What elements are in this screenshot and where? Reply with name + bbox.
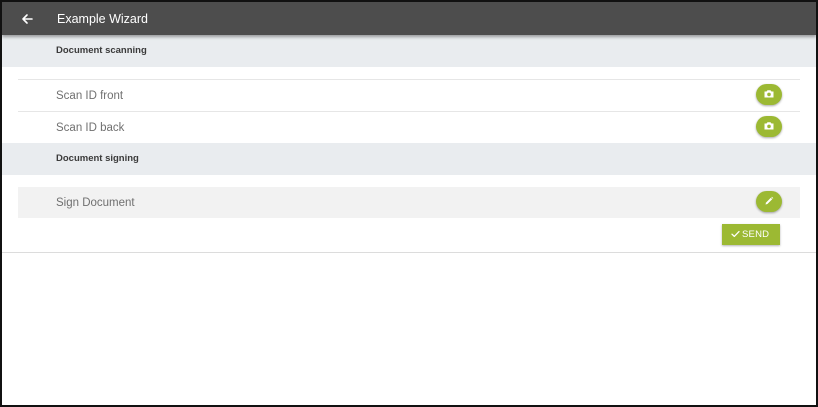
content-divider [2, 252, 816, 253]
app-bar: Example Wizard [2, 2, 816, 35]
send-button[interactable]: SEND [722, 224, 780, 245]
camera-icon [764, 90, 774, 98]
page-title: Example Wizard [57, 12, 148, 26]
section-header-document-signing: Document signing [2, 143, 816, 175]
item-label: Scan ID back [56, 122, 125, 134]
item-label: Sign Document [56, 197, 135, 209]
scan-id-front-camera-button[interactable] [756, 84, 782, 105]
section-title: Document scanning [56, 45, 147, 56]
list-item-scan-id-front[interactable]: Scan ID front [18, 79, 800, 110]
pencil-icon [765, 196, 774, 205]
back-button[interactable] [16, 8, 38, 30]
list-item-sign-document[interactable]: Sign Document [18, 187, 800, 218]
scan-id-back-camera-button[interactable] [756, 116, 782, 137]
arrow-left-icon [22, 14, 33, 24]
item-label: Scan ID front [56, 90, 124, 102]
list-item-scan-id-back[interactable]: Scan ID back [18, 111, 800, 142]
sign-document-button[interactable] [756, 191, 782, 212]
app-window: Example Wizard Document scanning Scan ID… [0, 0, 818, 407]
checkmark-icon [731, 230, 740, 238]
send-button-label: SEND [742, 229, 770, 240]
section-title: Document signing [56, 153, 139, 164]
section-header-document-scanning: Document scanning [2, 35, 816, 67]
camera-icon [764, 122, 774, 130]
